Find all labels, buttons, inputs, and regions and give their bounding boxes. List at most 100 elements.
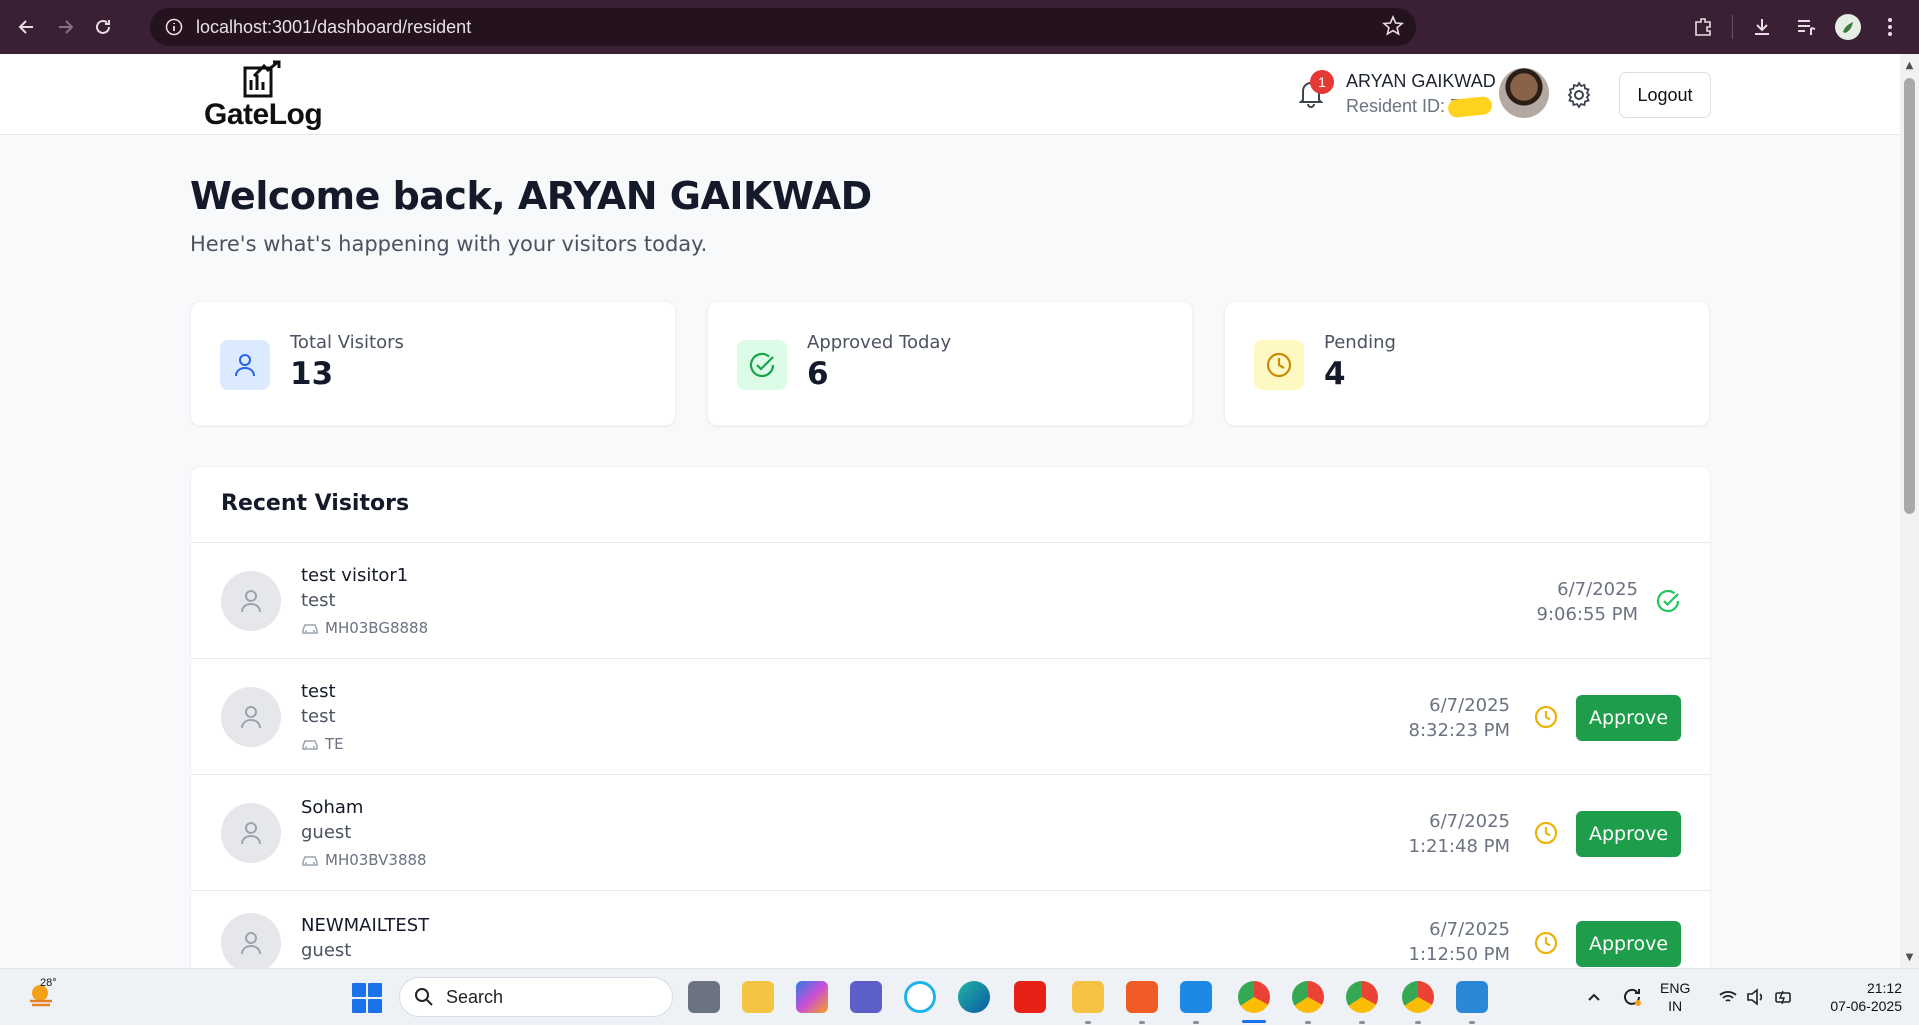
visitor-name: test visitor1 — [301, 565, 409, 586]
file-explorer-icon[interactable] — [742, 981, 774, 1013]
recent-visitors-panel: Recent Visitors test visitor1 test MH03B… — [190, 466, 1711, 1025]
pending-clock-icon — [1532, 703, 1560, 731]
visitor-name: NEWMAILTEST — [301, 915, 430, 936]
copilot-icon[interactable] — [796, 981, 828, 1013]
battery-icon[interactable] — [1768, 981, 1800, 1013]
browser-toolbar: localhost:3001/dashboard/resident — [0, 0, 1919, 54]
scroll-up-arrow-icon[interactable]: ▲ — [1904, 60, 1915, 71]
stat-label: Pending — [1324, 332, 1396, 353]
visitor-row[interactable]: Soham guest MH03BV3888 6/7/2025 1:21:48 … — [191, 775, 1710, 891]
visitor-datetime: 6/7/2025 9:06:55 PM — [1537, 577, 1639, 627]
folder-icon[interactable] — [1072, 981, 1104, 1013]
chrome-profile-2-icon[interactable] — [1292, 981, 1324, 1013]
input-language[interactable]: ENG IN — [1660, 979, 1690, 1015]
site-info-icon[interactable] — [162, 15, 186, 39]
stat-value: 13 — [290, 356, 334, 392]
url-text[interactable]: localhost:3001/dashboard/resident — [196, 17, 471, 38]
visit-time: 1:21:48 PM — [1408, 836, 1511, 857]
check-circle-icon — [737, 340, 787, 390]
scroll-down-arrow-icon[interactable]: ▼ — [1904, 952, 1915, 963]
visitor-name: test — [301, 681, 336, 702]
scroll-thumb[interactable] — [1904, 78, 1915, 514]
logo-mark-icon — [243, 60, 281, 98]
media-playlist-icon[interactable] — [1791, 12, 1821, 42]
app-running-indicator — [1085, 1021, 1091, 1024]
vehicle-number: MH03BG8888 — [325, 619, 429, 637]
chrome-active-icon[interactable] — [1238, 981, 1270, 1013]
chrome-profile-3-icon[interactable] — [1346, 981, 1378, 1013]
sync-icon[interactable] — [1616, 981, 1648, 1013]
user-avatar[interactable] — [1499, 68, 1549, 118]
stat-label: Approved Today — [807, 332, 952, 353]
youtube-icon[interactable] — [1014, 981, 1046, 1013]
search-label: Search — [446, 986, 504, 1007]
clock-time: 21:12 — [1866, 980, 1902, 996]
chrome-profile-4-icon[interactable] — [1402, 981, 1434, 1013]
visitor-row[interactable]: test test TE 6/7/2025 8:32:23 PM Approve — [191, 659, 1710, 775]
download-icon[interactable] — [1747, 12, 1777, 42]
reload-icon[interactable] — [88, 12, 118, 42]
welcome-title: Welcome back, ARYAN GAIKWAD — [190, 174, 872, 218]
visit-date: 6/7/2025 — [1557, 579, 1638, 600]
settings-gear-icon[interactable] — [1564, 80, 1594, 110]
edge-icon[interactable] — [958, 981, 990, 1013]
visitor-purpose: test — [301, 706, 336, 727]
car-icon — [302, 856, 318, 866]
redaction-scribble — [1447, 95, 1493, 119]
notification-count-badge: 1 — [1310, 70, 1334, 94]
system-clock[interactable]: 21:12 07-06-2025 — [1812, 979, 1902, 1015]
photos-icon[interactable] — [1456, 981, 1488, 1013]
tray-chevron-up-icon[interactable] — [1578, 981, 1610, 1013]
app-running-indicator — [1305, 1021, 1311, 1024]
search-icon — [415, 988, 433, 1006]
visitor-row[interactable]: test visitor1 test MH03BG8888 6/7/2025 9… — [191, 543, 1710, 659]
visitor-vehicle: TE — [301, 735, 344, 753]
stat-value: 6 — [807, 356, 829, 392]
profile-avatar-icon[interactable] — [1835, 14, 1861, 40]
visitor-name: Soham — [301, 797, 364, 818]
back-arrow-icon[interactable] — [12, 12, 42, 42]
visitor-datetime: 6/7/2025 1:12:50 PM — [1409, 917, 1511, 967]
gatelog-logo[interactable]: GateLog — [204, 60, 324, 132]
brave-icon[interactable] — [1126, 981, 1158, 1013]
windows-start-icon[interactable] — [352, 983, 382, 1013]
visitor-datetime: 6/7/2025 1:21:48 PM — [1409, 809, 1511, 859]
address-bar[interactable]: localhost:3001/dashboard/resident — [150, 8, 1416, 46]
teams-icon[interactable] — [850, 981, 882, 1013]
user-name: ARYAN GAIKWAD — [1346, 71, 1496, 91]
stat-label: Total Visitors — [290, 332, 404, 353]
approve-button[interactable]: Approve — [1576, 695, 1681, 741]
approve-button[interactable]: Approve — [1576, 811, 1681, 857]
visitor-purpose: guest — [301, 822, 352, 843]
bookmark-star-icon[interactable] — [1382, 14, 1404, 41]
stat-card-pending: Pending 4 — [1224, 301, 1710, 426]
clock-date: 07-06-2025 — [1830, 998, 1902, 1014]
extensions-icon[interactable] — [1688, 12, 1718, 42]
lang-region: IN — [1668, 998, 1683, 1014]
visitor-avatar-icon — [221, 687, 281, 747]
weather-temperature: 28° — [40, 977, 57, 989]
app-running-indicator — [1139, 1021, 1145, 1024]
more-menu-icon[interactable] — [1875, 12, 1905, 42]
forward-arrow-icon[interactable] — [50, 12, 80, 42]
visitor-vehicle: MH03BV3888 — [301, 851, 427, 869]
approve-button[interactable]: Approve — [1576, 921, 1681, 967]
visit-date: 6/7/2025 — [1429, 811, 1510, 832]
pending-clock-icon — [1532, 819, 1560, 847]
logout-button[interactable]: Logout — [1619, 72, 1711, 118]
task-view-icon[interactable] — [688, 981, 720, 1013]
active-app-indicator — [1242, 1020, 1266, 1023]
visit-time: 8:32:23 PM — [1408, 720, 1511, 741]
alexa-icon[interactable] — [904, 981, 936, 1013]
app-running-indicator — [1415, 1021, 1421, 1024]
taskbar-search-box[interactable]: Search — [399, 977, 673, 1017]
visit-time: 9:06:55 PM — [1536, 604, 1639, 625]
visit-time: 1:12:50 PM — [1408, 944, 1511, 965]
vscode-icon[interactable] — [1180, 981, 1212, 1013]
visitor-datetime: 6/7/2025 8:32:23 PM — [1409, 693, 1511, 743]
visitor-purpose: guest — [301, 940, 352, 961]
visitor-vehicle: MH03BG8888 — [301, 619, 428, 637]
car-icon — [302, 740, 318, 750]
stat-card-approved-today: Approved Today 6 — [707, 301, 1193, 426]
page-scrollbar[interactable]: ▲ ▼ — [1900, 54, 1919, 968]
